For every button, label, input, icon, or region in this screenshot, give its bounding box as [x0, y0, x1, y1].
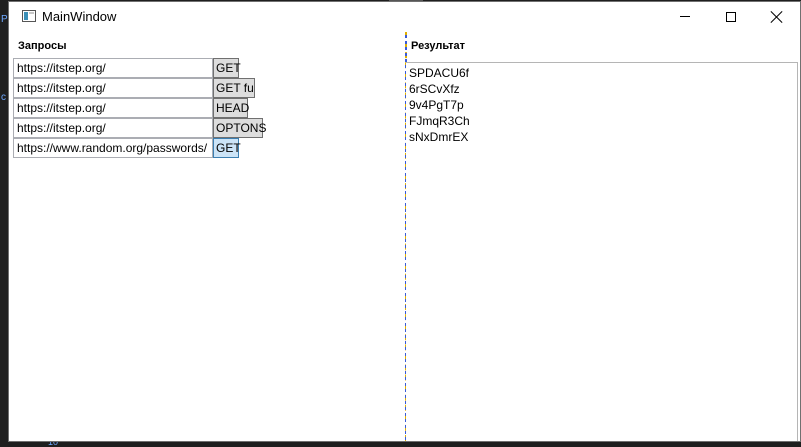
- result-line: 6rSCvXfz: [409, 82, 460, 96]
- result-line: FJmqR3Ch: [409, 114, 470, 128]
- result-textbox[interactable]: SPDACU6f 6rSCvXfz 9v4PgT7p FJmqR3Ch sNxD…: [406, 62, 798, 441]
- maximize-icon: [726, 11, 736, 22]
- url-input[interactable]: https://itstep.org/: [13, 118, 213, 138]
- result-lines: SPDACU6f 6rSCvXfz 9v4PgT7p FJmqR3Ch sNxD…: [409, 65, 470, 145]
- background-glyph-2: c: [1, 92, 6, 103]
- url-input[interactable]: https://itstep.org/: [13, 98, 213, 118]
- minimize-button[interactable]: [662, 2, 708, 31]
- result-line: 9v4PgT7p: [409, 98, 464, 112]
- result-header: Результат: [411, 40, 466, 52]
- main-window: MainWindow Запросы https://itstep.org/ G…: [8, 1, 801, 442]
- app-window-icon: [22, 10, 36, 22]
- url-input[interactable]: https://itstep.org/: [13, 58, 213, 78]
- requests-pane: Запросы https://itstep.org/ GET https://…: [9, 32, 405, 441]
- title-bar[interactable]: MainWindow: [9, 2, 800, 32]
- get-button[interactable]: GET: [213, 58, 241, 78]
- url-input[interactable]: https://www.random.org/passwords/: [13, 138, 213, 158]
- get-passwords-button[interactable]: GET: [213, 138, 241, 158]
- window-content: Запросы https://itstep.org/ GET https://…: [9, 32, 800, 441]
- background-ide-strip: Pr c: [0, 0, 11, 447]
- close-icon: [771, 11, 783, 23]
- head-button[interactable]: HEAD: [213, 98, 249, 118]
- window-title: MainWindow: [42, 9, 117, 24]
- maximize-button[interactable]: [708, 2, 754, 31]
- requests-header: Запросы: [18, 40, 67, 52]
- minimize-icon: [680, 16, 690, 17]
- close-button[interactable]: [754, 2, 800, 31]
- result-line: sNxDmrEX: [409, 130, 469, 144]
- result-line: SPDACU6f: [409, 66, 470, 80]
- get-full-button[interactable]: GET ful: [213, 78, 255, 98]
- options-button[interactable]: OPTONS: [213, 118, 266, 138]
- url-input[interactable]: https://itstep.org/: [13, 78, 213, 98]
